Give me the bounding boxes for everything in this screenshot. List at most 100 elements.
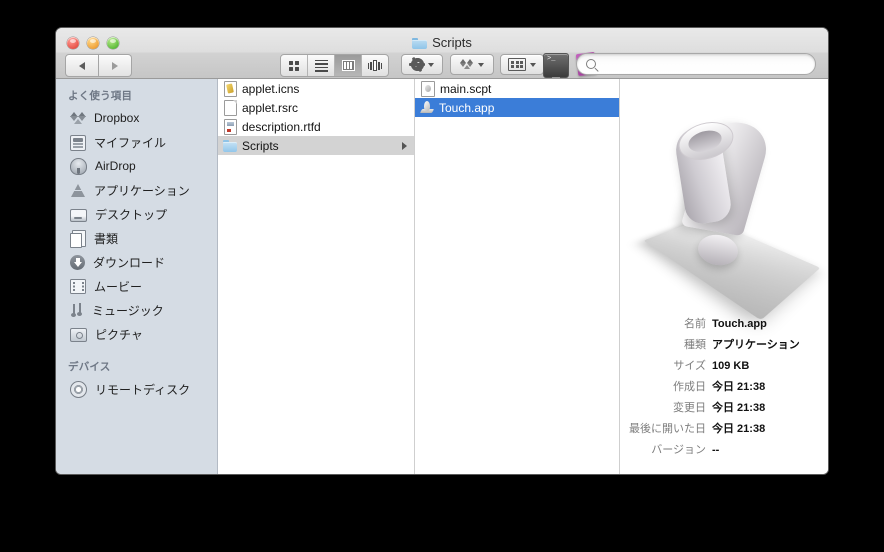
folder-icon: [223, 140, 237, 152]
search-field[interactable]: [576, 53, 816, 75]
script-file-icon: [421, 80, 435, 97]
sidebar-item-label: Dropbox: [94, 111, 140, 125]
chevron-left-icon: [79, 61, 85, 70]
list-item-selected[interactable]: Touch.app: [415, 98, 619, 117]
list-item[interactable]: applet.rsrc: [218, 98, 414, 117]
chevron-down-icon: [427, 62, 434, 67]
sidebar-item-airdrop[interactable]: AirDrop: [56, 154, 217, 178]
documents-icon: [70, 229, 86, 248]
metadata-label: サイズ: [673, 360, 706, 372]
icon-view-button[interactable]: [281, 55, 308, 76]
metadata-row: 最後に開いた日 今日 21:38: [620, 420, 814, 436]
metadata-value: Touch.app: [712, 318, 767, 330]
list-icon: [314, 59, 328, 72]
finder-window: Scripts >_ よく使う項目 Dropbox マイファイル AirDrop…: [56, 28, 828, 474]
movies-icon: [70, 279, 86, 294]
icns-file-icon: [224, 80, 237, 97]
downloads-icon: [70, 254, 85, 270]
metadata-value: 今日 21:38: [712, 402, 766, 414]
generic-file-icon: [224, 99, 237, 116]
applescript-app-icon: [634, 115, 821, 321]
metadata-label: バージョン: [651, 444, 706, 456]
sidebar-item-label: リモートディスク: [95, 382, 191, 397]
forward-button[interactable]: [99, 54, 132, 77]
sidebar-item-downloads[interactable]: ダウンロード: [56, 250, 217, 274]
sidebar-item-label: マイファイル: [94, 135, 167, 150]
metadata-row: 名前 Touch.app: [620, 315, 814, 331]
column-view-button[interactable]: [335, 55, 362, 76]
dropbox-menu-button[interactable]: [450, 54, 494, 75]
grid-icon: [289, 60, 299, 71]
terminal-icon[interactable]: [543, 53, 569, 80]
search-input[interactable]: [601, 57, 806, 71]
music-icon: [70, 303, 84, 318]
action-menu-button[interactable]: [401, 54, 443, 75]
dropbox-icon: [460, 58, 474, 71]
sidebar-item-applications[interactable]: アプリケーション: [56, 178, 217, 202]
metadata-row: バージョン --: [620, 441, 814, 457]
file-name: Scripts: [242, 138, 279, 153]
chevron-down-icon: [530, 62, 537, 67]
metadata-label: 変更日: [673, 402, 706, 414]
metadata-value: 109 KB: [712, 360, 750, 372]
remote-disc-icon: [70, 380, 87, 398]
sidebar-item-pictures[interactable]: ピクチャ: [56, 322, 217, 346]
metadata-value: 今日 21:38: [712, 381, 766, 393]
column-one: applet.icns applet.rsrc description.rtfd…: [218, 79, 415, 474]
sidebar-item-label: ムービー: [94, 279, 143, 294]
coverflow-icon: [368, 60, 383, 71]
metadata-value: 今日 21:38: [712, 423, 766, 435]
sidebar-item-label: ピクチャ: [95, 327, 143, 342]
sidebar-item-remote-disc[interactable]: リモートディスク: [56, 377, 217, 401]
metadata-row: 種類 アプリケーション: [620, 336, 814, 352]
metadata-value: --: [712, 444, 720, 456]
sidebar-item-label: ミュージック: [92, 303, 164, 318]
list-item[interactable]: main.scpt: [415, 79, 619, 98]
coverflow-view-button[interactable]: [362, 55, 388, 76]
my-files-icon: [70, 134, 86, 151]
list-view-button[interactable]: [308, 55, 335, 76]
sidebar-section-favorites-header: よく使う項目: [68, 90, 133, 102]
metadata-row: サイズ 109 KB: [620, 357, 814, 373]
metadata-label: 最後に開いた日: [629, 423, 706, 435]
window-title: Scripts: [56, 35, 828, 50]
pictures-icon: [70, 328, 87, 342]
search-icon: [586, 59, 596, 69]
sidebar-item-movies[interactable]: ムービー: [56, 274, 217, 298]
back-button[interactable]: [65, 54, 99, 77]
metadata-row: 変更日 今日 21:38: [620, 399, 814, 415]
application-icon: [420, 100, 434, 115]
chevron-down-icon: [478, 62, 484, 67]
columns-icon: [341, 60, 355, 71]
sidebar-item-desktop[interactable]: デスクトップ: [56, 202, 217, 226]
window-title-text: Scripts: [432, 35, 472, 50]
sidebar-item-label: デスクトップ: [95, 207, 168, 222]
window-titlebar[interactable]: Scripts: [56, 28, 828, 80]
file-name: Touch.app: [439, 100, 495, 115]
arrange-menu-button[interactable]: [500, 54, 544, 75]
desktop-background: Scripts >_ よく使う項目 Dropbox マイファイル AirDrop…: [0, 0, 884, 552]
list-item[interactable]: description.rtfd: [218, 117, 414, 136]
arrange-icon: [507, 58, 527, 71]
sidebar: よく使う項目 Dropbox マイファイル AirDrop アプリケーション デ…: [56, 79, 218, 474]
sidebar-item-dropbox[interactable]: Dropbox: [56, 106, 217, 130]
list-item-selected[interactable]: Scripts: [218, 136, 414, 155]
sidebar-item-my-files[interactable]: マイファイル: [56, 130, 217, 154]
metadata-label: 種類: [684, 339, 706, 351]
sidebar-item-documents[interactable]: 書類: [56, 226, 217, 250]
gear-icon: [409, 58, 425, 71]
metadata-row: 作成日 今日 21:38: [620, 378, 814, 394]
dropbox-icon: [70, 110, 86, 126]
list-item[interactable]: applet.icns: [218, 79, 414, 98]
airdrop-icon: [70, 157, 87, 175]
window-body: よく使う項目 Dropbox マイファイル AirDrop アプリケーション デ…: [56, 79, 828, 474]
metadata-value: アプリケーション: [712, 339, 800, 351]
sidebar-section-devices-header: デバイス: [68, 361, 111, 373]
preview-metadata: 名前 Touch.app 種類 アプリケーション サイズ 109 KB 作成日 …: [620, 315, 828, 462]
rtfd-file-icon: [224, 118, 237, 135]
sidebar-item-music[interactable]: ミュージック: [56, 298, 217, 322]
sidebar-item-label: 書類: [94, 231, 119, 246]
chevron-right-icon: [112, 61, 118, 70]
file-name: main.scpt: [440, 81, 492, 96]
file-name: applet.rsrc: [242, 100, 299, 115]
